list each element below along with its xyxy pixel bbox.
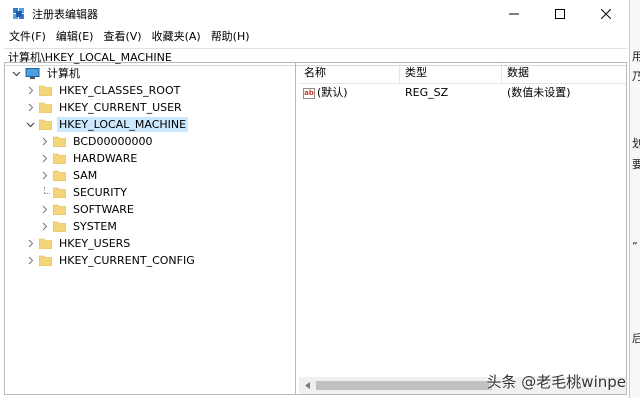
folder-icon [39, 255, 52, 266]
minimize-button[interactable] [491, 0, 537, 27]
chevron-down-icon[interactable] [11, 68, 22, 79]
folder-icon [53, 204, 66, 215]
menu-view[interactable]: 查看(V) [98, 27, 146, 46]
folder-icon [53, 136, 66, 147]
tree-item-security[interactable]: SECURITY [5, 184, 295, 201]
tree-item-label: SYSTEM [73, 220, 117, 233]
scroll-left-icon[interactable] [299, 377, 316, 394]
tree-item-label: HARDWARE [73, 152, 138, 165]
tree-item-label: HKEY_LOCAL_MACHINE [57, 117, 189, 132]
tree-item-label: SOFTWARE [73, 203, 134, 216]
tree-item-label: BCD00000000 [73, 135, 153, 148]
tree-item-label: HKEY_CLASSES_ROOT [59, 84, 181, 97]
background-window-strip: 用 乃 划 要 ” 后 [630, 0, 640, 398]
tree-item-bcd[interactable]: BCD00000000 [5, 133, 295, 150]
tree-item-hkcr[interactable]: HKEY_CLASSES_ROOT [5, 82, 295, 99]
chevron-right-icon[interactable] [25, 255, 36, 266]
chevron-right-icon[interactable] [25, 102, 36, 113]
tree-item-system[interactable]: SYSTEM [5, 218, 295, 235]
folder-icon [53, 221, 66, 232]
value-data: (数值未设置) [507, 86, 571, 99]
folder-icon [53, 170, 66, 181]
tree-item-hkcc[interactable]: HKEY_CURRENT_CONFIG [5, 252, 295, 269]
regedit-icon [13, 7, 24, 19]
close-icon [601, 8, 611, 19]
chevron-right-icon[interactable] [39, 204, 50, 215]
tree-item-label: SAM [73, 169, 98, 182]
value-row[interactable]: ab (默认) REG_SZ (数值未设置) [299, 84, 626, 102]
background-text-fragment: 后 [632, 332, 640, 345]
maximize-button[interactable] [537, 0, 583, 27]
menu-file[interactable]: 文件(F) [4, 27, 51, 46]
computer-icon [25, 68, 40, 79]
background-text-fragment: 用 [632, 50, 640, 63]
chevron-right-icon[interactable] [39, 136, 50, 147]
background-text-fragment: 要 [632, 158, 640, 171]
background-text-fragment: ” [632, 240, 638, 253]
scrollbar-thumb[interactable] [316, 381, 492, 390]
folder-icon [39, 85, 52, 96]
tree-item-label: SECURITY [73, 186, 127, 199]
maximize-icon [555, 8, 565, 19]
value-list: 名称 类型 数据 ab (默认) REG_SZ (数值未设置) [299, 63, 626, 394]
menu-bar: 文件(F) 编辑(E) 查看(V) 收藏夹(A) 帮助(H) [0, 27, 629, 46]
background-text-fragment: 乃 [632, 70, 640, 83]
column-header-name[interactable]: 名称 [299, 63, 400, 83]
value-type: REG_SZ [405, 86, 449, 99]
tree-item-label: HKEY_CURRENT_USER [59, 101, 182, 114]
tree-item-software[interactable]: SOFTWARE [5, 201, 295, 218]
watermark-text: 头条 @老毛桃winpe [486, 373, 626, 391]
menu-edit[interactable]: 编辑(E) [51, 27, 99, 46]
minimize-icon [509, 13, 519, 14]
chevron-right-icon[interactable] [39, 170, 50, 181]
chevron-right-icon[interactable] [39, 153, 50, 164]
chevron-down-icon[interactable] [25, 119, 36, 130]
background-text-fragment: 划 [632, 137, 640, 150]
menu-favorites[interactable]: 收藏夹(A) [147, 27, 206, 46]
chevron-right-icon[interactable] [25, 238, 36, 249]
tree-item-label: 计算机 [47, 67, 80, 80]
column-header-type[interactable]: 类型 [400, 63, 502, 83]
folder-icon [53, 187, 66, 198]
title-bar[interactable]: 注册表编辑器 [0, 0, 629, 27]
tree-item-label: HKEY_USERS [59, 237, 131, 250]
value-name-cell: ab (默认) [299, 84, 400, 102]
folder-icon [39, 238, 52, 249]
tree-item-sam[interactable]: SAM [5, 167, 295, 184]
tree-connector [39, 187, 50, 198]
folder-icon [53, 153, 66, 164]
chevron-right-icon[interactable] [25, 85, 36, 96]
caption-buttons [491, 0, 629, 27]
tree-item-hku[interactable]: HKEY_USERS [5, 235, 295, 252]
window-title: 注册表编辑器 [32, 7, 98, 21]
editor-panes: 计算机 HKEY_CLASSES_ROOT HKEY_CURRENT_USER [4, 62, 627, 395]
tree-item-hklm[interactable]: HKEY_LOCAL_MACHINE [5, 116, 295, 133]
close-button[interactable] [583, 0, 629, 27]
value-name: (默认) [317, 86, 348, 99]
chevron-right-icon[interactable] [39, 221, 50, 232]
tree-item-label: HKEY_CURRENT_CONFIG [59, 254, 195, 267]
folder-icon [39, 102, 52, 113]
folder-open-icon [39, 119, 52, 130]
key-tree: 计算机 HKEY_CLASSES_ROOT HKEY_CURRENT_USER [5, 63, 296, 394]
menu-help[interactable]: 帮助(H) [206, 27, 255, 46]
list-header: 名称 类型 数据 [299, 63, 626, 84]
tree-item-hkcu[interactable]: HKEY_CURRENT_USER [5, 99, 295, 116]
string-value-icon: ab [303, 87, 315, 99]
column-header-data[interactable]: 数据 [502, 63, 622, 83]
tree-item-hardware[interactable]: HARDWARE [5, 150, 295, 167]
tree-item-computer[interactable]: 计算机 [5, 65, 295, 82]
